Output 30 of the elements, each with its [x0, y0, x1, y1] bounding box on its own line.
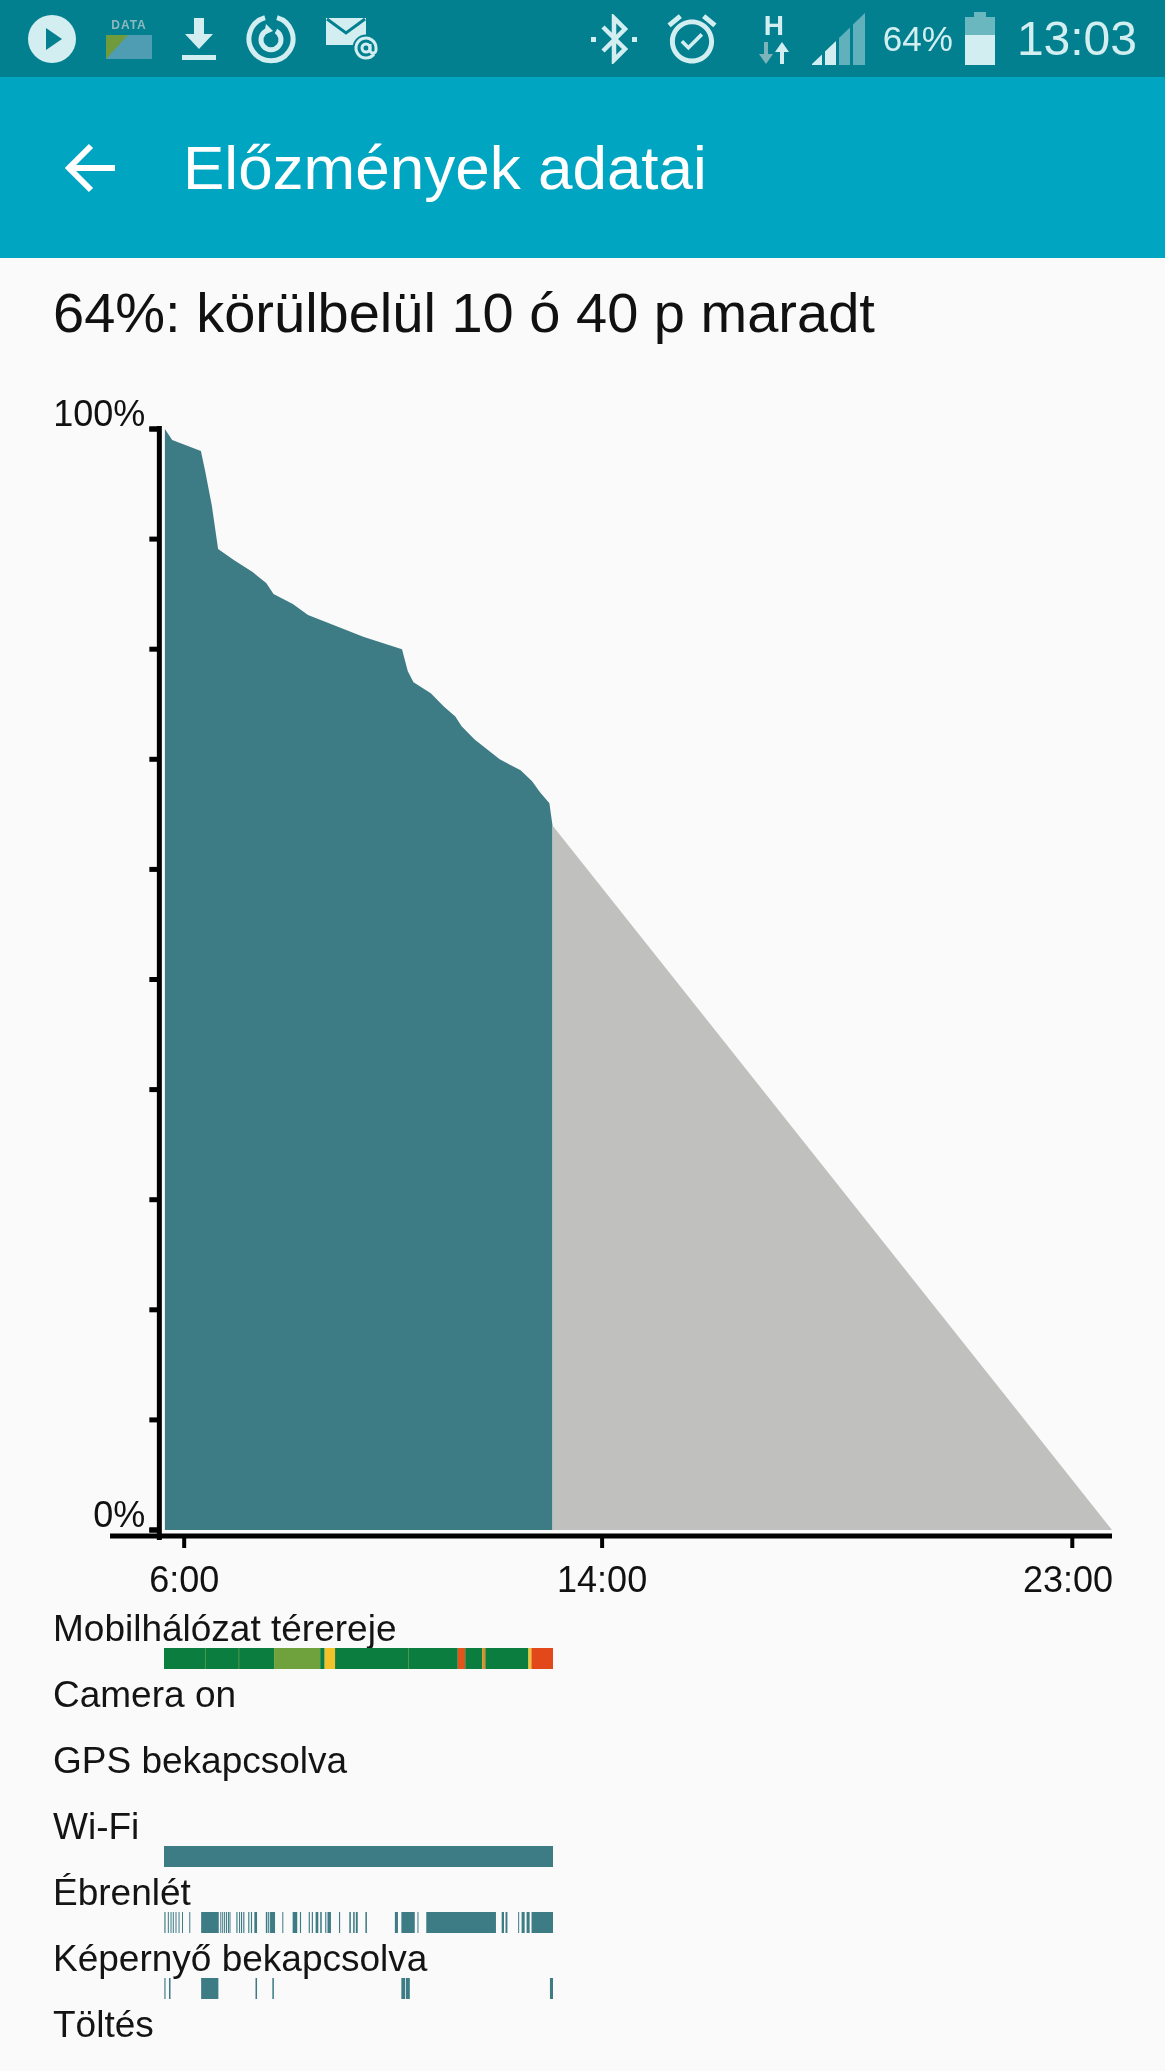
- battery-icon: [964, 12, 995, 65]
- axis-tick-label: 23:00: [1022, 1559, 1114, 1600]
- timeline-label: GPS bekapcsolva: [53, 1742, 348, 1780]
- play-icon: [28, 14, 76, 63]
- back-button[interactable]: [65, 142, 117, 193]
- up-down-arrows-icon: [758, 41, 789, 64]
- alarm-clock-icon: [666, 13, 717, 64]
- data-tile-icon: [106, 34, 152, 59]
- bluetooth-icon: [590, 13, 637, 64]
- download-icon: [182, 17, 216, 60]
- data-label: DATA: [111, 18, 147, 31]
- signal-bars-icon: [810, 12, 865, 65]
- clock-time: 13:03: [1016, 12, 1137, 65]
- circular-arrow-icon: [246, 13, 296, 64]
- timeline-label: Mobilhálózat térereje: [53, 1610, 397, 1648]
- axis-tick-label: 0%: [93, 1494, 146, 1535]
- timeline-label: Wi-Fi: [53, 1808, 140, 1846]
- timeline-label: Képernyő bekapcsolva: [53, 1940, 428, 1978]
- envelope-at-icon: [326, 15, 380, 62]
- axis-tick-label: 14:00: [557, 1559, 648, 1600]
- back-arrow-icon: [65, 142, 117, 193]
- screen-title: Előzmények adatai: [183, 131, 707, 204]
- timeline-label: Camera on: [53, 1676, 237, 1714]
- battery-percent: 64%: [882, 18, 953, 59]
- axis-tick-label: 6:00: [149, 1559, 220, 1600]
- battery-estimate-text: 64%: körülbelül 10 ó 40 p maradt: [53, 281, 875, 345]
- timeline-label: Töltés: [53, 2006, 154, 2044]
- timeline-label: Ébrenlét: [53, 1874, 191, 1912]
- axis-tick-label: 100%: [53, 393, 146, 434]
- network-type-label: H: [763, 13, 784, 38]
